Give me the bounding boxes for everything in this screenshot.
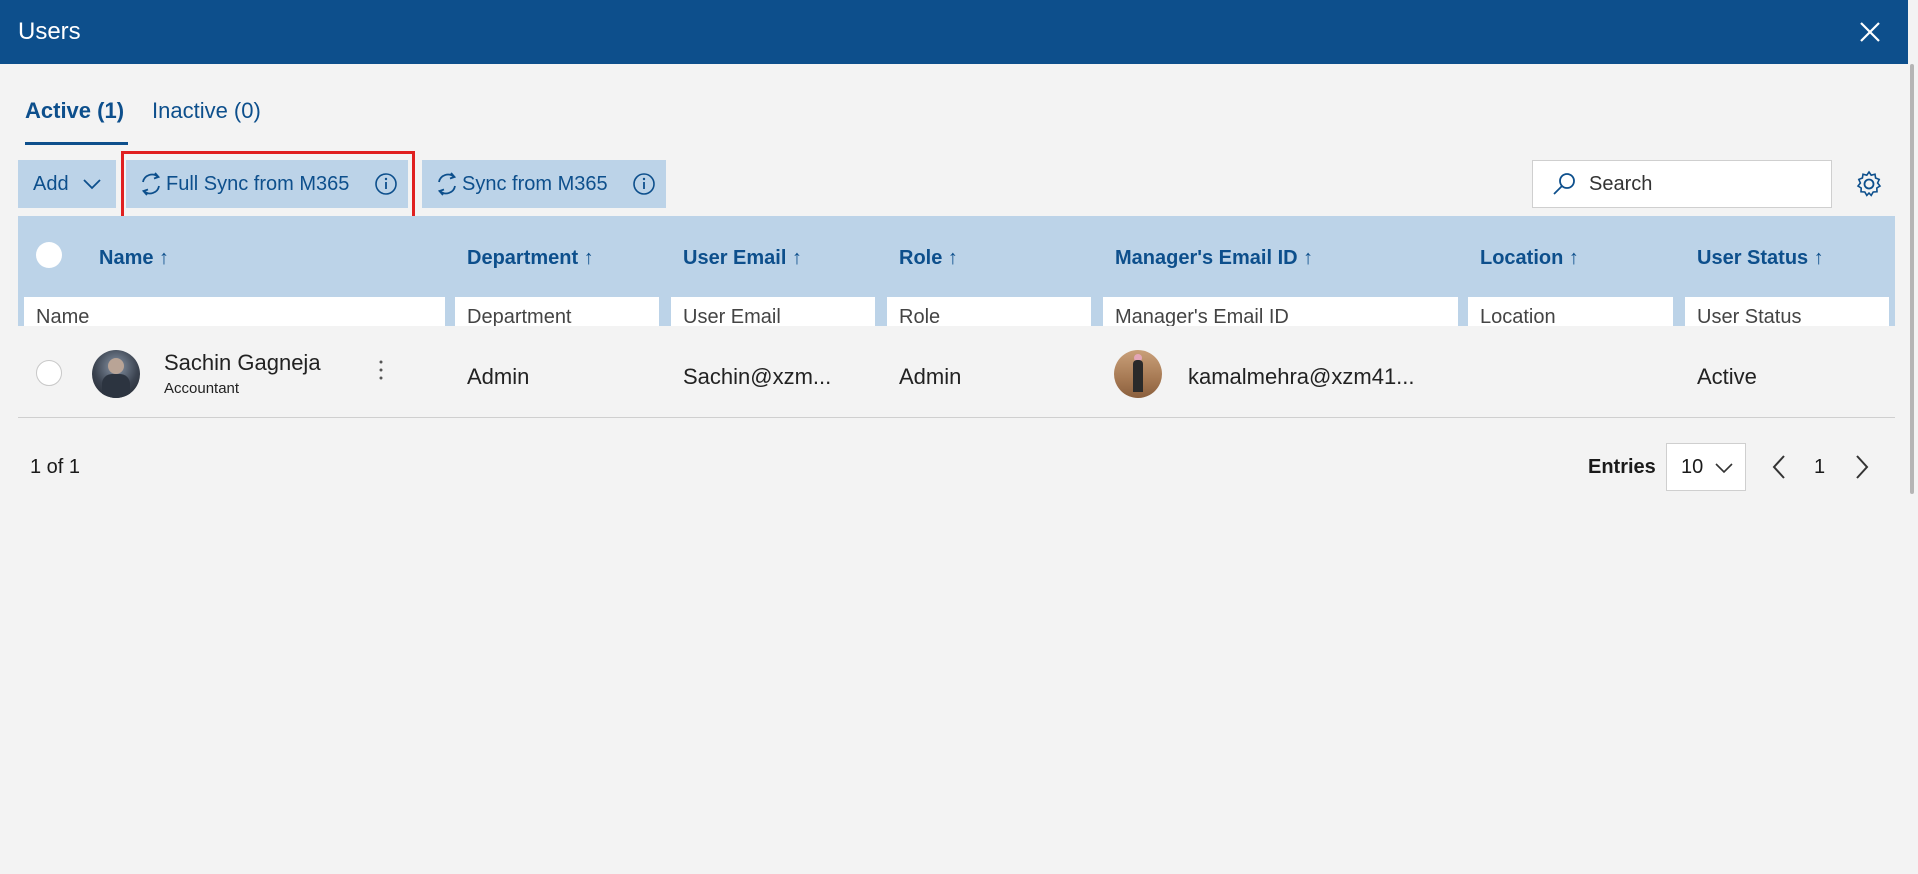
sync-button[interactable]: Sync from M365 bbox=[422, 160, 666, 208]
current-page-number[interactable]: 1 bbox=[1814, 456, 1825, 479]
next-page-icon[interactable] bbox=[1853, 454, 1871, 480]
info-icon[interactable] bbox=[374, 172, 398, 196]
cell-department: Admin bbox=[467, 364, 530, 389]
entries-value: 10 bbox=[1681, 455, 1704, 478]
entries-select[interactable]: 10 bbox=[1666, 443, 1746, 491]
sync-icon bbox=[141, 172, 161, 196]
scrollbar[interactable] bbox=[1908, 0, 1918, 874]
sync-icon bbox=[437, 172, 457, 196]
tab-inactive[interactable]: Inactive (0) bbox=[152, 98, 261, 124]
column-header-user-status[interactable]: User Status ↑ bbox=[1697, 247, 1824, 270]
cell-user-status: Active bbox=[1697, 364, 1757, 389]
scrollbar-thumb[interactable] bbox=[1910, 64, 1914, 494]
gear-icon[interactable] bbox=[1855, 170, 1883, 198]
filter-manager-email-input[interactable] bbox=[1103, 297, 1458, 326]
filter-user-email-input[interactable] bbox=[671, 297, 875, 326]
select-all-checkbox[interactable] bbox=[36, 242, 62, 268]
tab-active[interactable]: Active (1) bbox=[25, 98, 129, 145]
filter-role-input[interactable] bbox=[887, 297, 1091, 326]
search-input[interactable] bbox=[1589, 172, 1809, 196]
column-header-location[interactable]: Location ↑ bbox=[1480, 247, 1579, 270]
user-name[interactable]: Sachin Gagneja bbox=[164, 350, 321, 376]
pagination-count: 1 of 1 bbox=[30, 456, 81, 478]
full-sync-label: Full Sync from M365 bbox=[166, 172, 350, 195]
filter-location-input[interactable] bbox=[1468, 297, 1673, 326]
cell-manager-email: kamalmehra@xzm41... bbox=[1188, 364, 1415, 389]
search-icon bbox=[1553, 173, 1575, 195]
more-options-icon[interactable] bbox=[373, 356, 389, 384]
table-header: Name ↑ Department ↑ User Email ↑ Role ↑ … bbox=[18, 216, 1895, 326]
filter-department-input[interactable] bbox=[455, 297, 659, 326]
column-header-name[interactable]: Name ↑ bbox=[99, 247, 169, 270]
cell-role: Admin bbox=[899, 364, 962, 389]
cell-user-email: Sachin@xzm... bbox=[683, 364, 832, 389]
column-header-manager-email[interactable]: Manager's Email ID ↑ bbox=[1115, 247, 1313, 270]
filter-name-input[interactable] bbox=[24, 297, 445, 326]
chevron-down-icon bbox=[1715, 463, 1733, 474]
column-header-department[interactable]: Department ↑ bbox=[467, 247, 594, 270]
add-button[interactable]: Add bbox=[18, 160, 116, 208]
column-header-role[interactable]: Role ↑ bbox=[899, 247, 958, 270]
chevron-down-icon bbox=[82, 179, 101, 190]
full-sync-button[interactable]: Full Sync from M365 bbox=[126, 160, 408, 208]
manager-avatar bbox=[1114, 350, 1162, 398]
add-button-label: Add bbox=[33, 172, 69, 195]
window-title: Users bbox=[18, 18, 81, 45]
close-icon[interactable] bbox=[1856, 18, 1884, 46]
info-icon[interactable] bbox=[632, 172, 656, 196]
row-checkbox[interactable] bbox=[36, 360, 62, 386]
sync-label: Sync from M365 bbox=[462, 172, 608, 195]
filter-user-status-input[interactable] bbox=[1685, 297, 1889, 326]
previous-page-icon[interactable] bbox=[1770, 454, 1788, 480]
table-row[interactable]: Sachin Gagneja Accountant Admin Sachin@x… bbox=[18, 326, 1895, 418]
entries-label: Entries bbox=[1588, 456, 1656, 478]
avatar bbox=[92, 350, 140, 398]
search-box[interactable] bbox=[1532, 160, 1832, 208]
title-bar: Users bbox=[0, 0, 1914, 64]
user-job-title: Accountant bbox=[164, 380, 240, 397]
column-header-user-email[interactable]: User Email ↑ bbox=[683, 247, 802, 270]
